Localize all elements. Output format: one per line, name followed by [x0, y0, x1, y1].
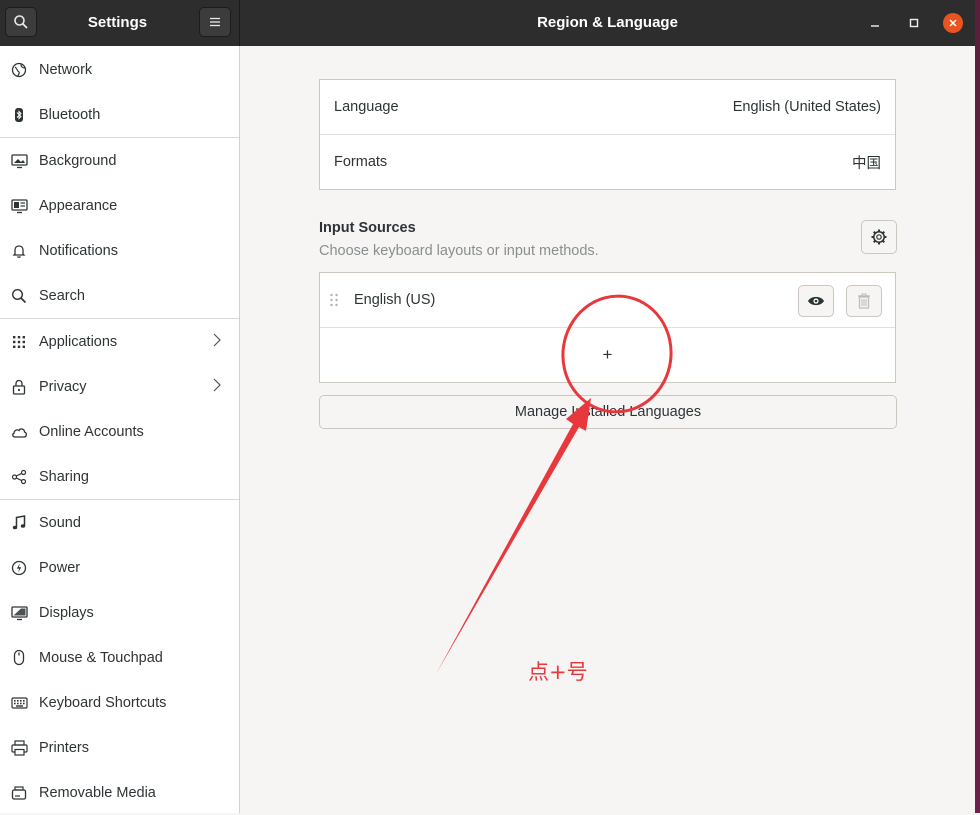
- input-sources-list: English (US) +: [319, 272, 896, 383]
- sidebar-item-power[interactable]: Power: [0, 545, 239, 590]
- background-monitor-icon: [10, 152, 28, 170]
- sidebar-item-label: Displays: [39, 604, 94, 621]
- maximize-button[interactable]: [904, 13, 924, 33]
- sidebar-item-label: Privacy: [39, 378, 87, 395]
- drag-handle-icon[interactable]: [330, 293, 340, 307]
- input-sources-options-button[interactable]: [861, 220, 897, 254]
- language-label: Language: [334, 99, 399, 115]
- sidebar-item-label: Applications: [39, 333, 118, 350]
- formats-label: Formats: [334, 154, 388, 170]
- sidebar-item-label: Network: [39, 61, 93, 78]
- input-sources-subtitle: Choose keyboard layouts or input methods…: [319, 243, 599, 259]
- network-globe-icon: [10, 61, 28, 79]
- printer-icon: [10, 739, 28, 757]
- keyboard-icon: [10, 694, 28, 712]
- mouse-icon: [10, 649, 28, 667]
- sidebar-item-keyboard-shortcuts[interactable]: Keyboard Shortcuts: [0, 680, 239, 725]
- search-icon: [14, 15, 28, 29]
- sidebar-item-label: Printers: [39, 739, 89, 756]
- trash-icon: [858, 293, 870, 309]
- minimize-button[interactable]: [865, 13, 885, 33]
- lock-icon: [10, 378, 28, 396]
- chevron-right-icon: [213, 333, 221, 351]
- sidebar-item-displays[interactable]: Displays: [0, 590, 239, 635]
- power-icon: [10, 559, 28, 577]
- formats-value: 中国: [852, 155, 881, 172]
- sidebar-item-network[interactable]: Network: [0, 47, 239, 92]
- input-source-row[interactable]: English (US): [320, 273, 895, 327]
- add-input-source-row[interactable]: +: [320, 328, 895, 382]
- language-formats-list: Language English (United States) Formats…: [319, 79, 896, 190]
- sidebar-item-label: Search: [39, 287, 85, 304]
- maximize-icon: [909, 18, 919, 28]
- display-icon: [10, 604, 28, 622]
- sidebar-item-notifications[interactable]: Notifications: [0, 228, 239, 273]
- hamburger-menu-icon: [210, 17, 220, 27]
- sidebar-header: Settings: [0, 0, 240, 46]
- header-bar: Settings Region & Language: [0, 0, 980, 46]
- language-row[interactable]: Language English (United States): [320, 80, 895, 134]
- cloud-icon: [10, 423, 28, 441]
- usb-drive-icon: [10, 784, 28, 802]
- sidebar-item-sound[interactable]: Sound: [0, 500, 239, 545]
- close-button[interactable]: [943, 13, 963, 33]
- desktop-edge: [975, 0, 980, 813]
- sidebar-item-applications[interactable]: Applications: [0, 319, 239, 364]
- sidebar-item-label: Bluetooth: [39, 106, 101, 123]
- language-value: English (United States): [732, 99, 881, 115]
- sidebar-item-removable-media[interactable]: Removable Media: [0, 770, 239, 815]
- menu-button[interactable]: [199, 7, 231, 37]
- sidebar-item-label: Power: [39, 559, 81, 576]
- sidebar-item-label: Sound: [39, 514, 81, 531]
- sidebar-item-background[interactable]: Background: [0, 138, 239, 183]
- sidebar: Network Bluetooth Background Appearance …: [0, 46, 240, 813]
- sidebar-item-printers[interactable]: Printers: [0, 725, 239, 770]
- bell-icon: [10, 242, 28, 260]
- input-sources-title: Input Sources: [319, 220, 416, 236]
- sidebar-item-label: Notifications: [39, 242, 118, 259]
- formats-row[interactable]: Formats 中国: [320, 135, 895, 189]
- sidebar-item-label: Removable Media: [39, 784, 156, 801]
- appearance-icon: [10, 197, 28, 215]
- apps-grid-icon: [10, 333, 28, 351]
- manage-installed-languages-button[interactable]: Manage Installed Languages: [319, 395, 897, 429]
- bluetooth-icon: [10, 106, 28, 124]
- preview-layout-button[interactable]: [798, 285, 834, 317]
- sidebar-item-label: Appearance: [39, 197, 118, 214]
- settings-title: Settings: [87, 14, 148, 31]
- eye-icon: [808, 296, 824, 306]
- close-icon: [949, 19, 957, 27]
- sidebar-item-bluetooth[interactable]: Bluetooth: [0, 92, 239, 137]
- sidebar-item-label: Background: [39, 152, 117, 169]
- annotation-text: 点+号: [528, 660, 588, 684]
- sidebar-item-label: Online Accounts: [39, 423, 144, 440]
- sidebar-item-label: Mouse & Touchpad: [39, 649, 163, 666]
- minimize-icon: [871, 25, 879, 27]
- gear-icon: [871, 229, 887, 245]
- remove-input-source-button[interactable]: [846, 285, 882, 317]
- sidebar-item-search[interactable]: Search: [0, 273, 239, 318]
- sidebar-item-appearance[interactable]: Appearance: [0, 183, 239, 228]
- sidebar-item-sharing[interactable]: Sharing: [0, 454, 239, 499]
- sidebar-item-online-accounts[interactable]: Online Accounts: [0, 409, 239, 454]
- sidebar-item-label: Keyboard Shortcuts: [39, 694, 167, 711]
- search-button[interactable]: [5, 7, 37, 37]
- share-icon: [10, 468, 28, 486]
- search-icon: [10, 287, 28, 305]
- sidebar-item-label: Sharing: [39, 468, 89, 485]
- chevron-right-icon: [213, 378, 221, 396]
- sidebar-item-mouse-touchpad[interactable]: Mouse & Touchpad: [0, 635, 239, 680]
- annotation-arrow: [436, 398, 591, 674]
- music-note-icon: [10, 514, 28, 532]
- sidebar-item-privacy[interactable]: Privacy: [0, 364, 239, 409]
- add-input-source-label: +: [602, 345, 613, 364]
- input-source-label: English (US): [354, 292, 436, 308]
